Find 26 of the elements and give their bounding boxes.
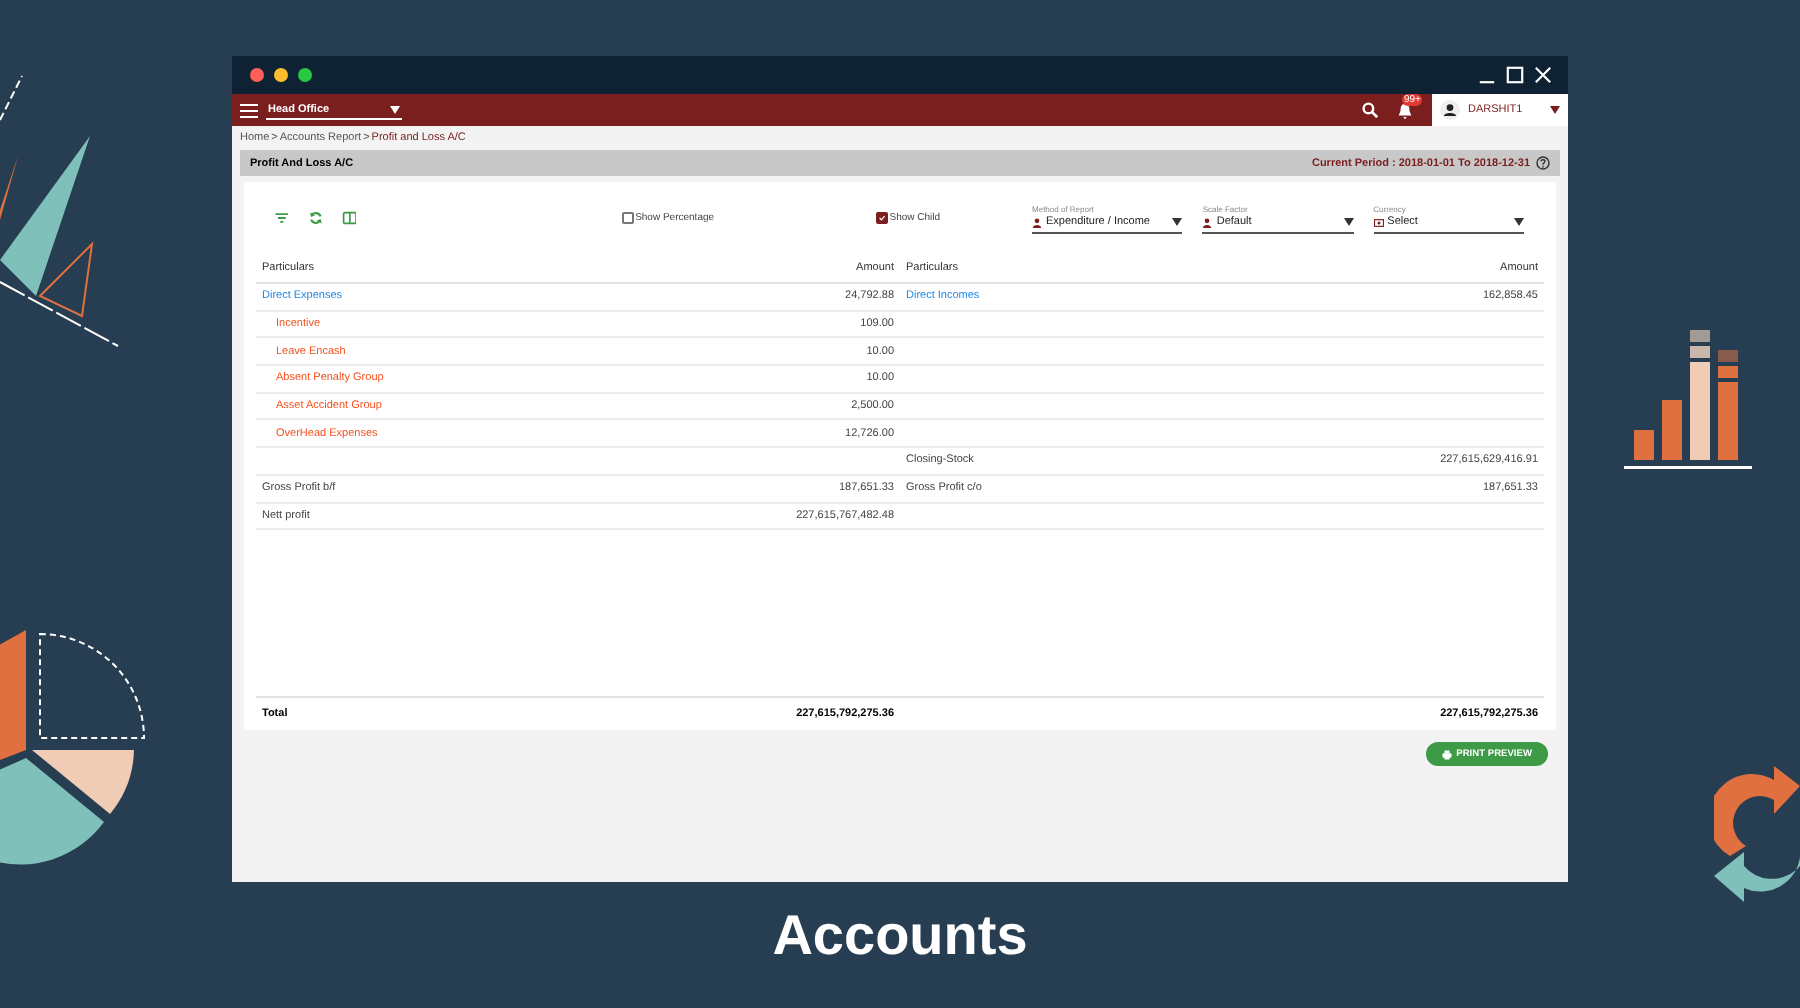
checkbox[interactable] xyxy=(875,212,888,224)
columns-icon[interactable] xyxy=(341,210,357,226)
menu-icon[interactable] xyxy=(240,103,258,117)
person-icon xyxy=(1032,217,1043,227)
close-icon[interactable] xyxy=(1534,66,1552,84)
window-control-dot[interactable] xyxy=(298,68,312,82)
caret-icon xyxy=(1343,218,1354,226)
refresh-icon[interactable] xyxy=(307,210,324,226)
caption: Accounts xyxy=(772,904,1028,966)
caret-icon xyxy=(1172,218,1183,226)
maximize-icon[interactable] xyxy=(1506,66,1524,84)
checkbox[interactable] xyxy=(621,212,634,224)
help-icon[interactable] xyxy=(1536,156,1550,170)
window-control-dot[interactable] xyxy=(250,68,264,82)
person-icon xyxy=(1202,217,1213,227)
bell-icon[interactable] xyxy=(1396,101,1414,119)
caret-icon xyxy=(390,105,400,113)
printer-icon xyxy=(1442,749,1453,759)
sync-arrows-drawing xyxy=(1714,766,1800,902)
caret-icon xyxy=(1550,106,1560,114)
search-icon[interactable] xyxy=(1362,102,1378,118)
caret-icon xyxy=(1514,218,1524,226)
avatar-icon xyxy=(1440,100,1460,120)
filter-icon[interactable] xyxy=(274,210,290,226)
money-icon xyxy=(1373,217,1384,227)
window-control-dot[interactable] xyxy=(274,68,288,82)
